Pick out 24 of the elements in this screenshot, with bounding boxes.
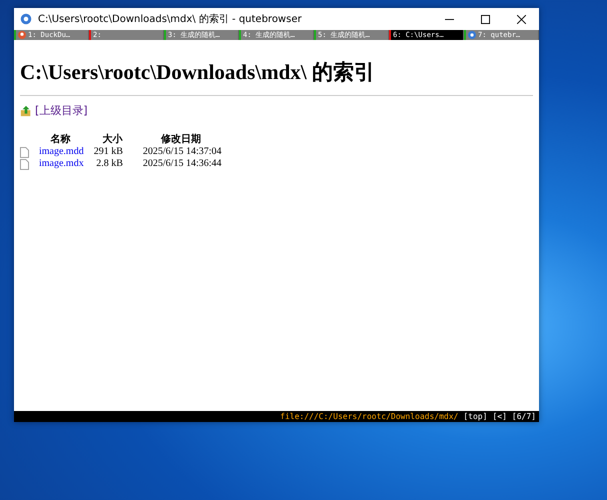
status-url: file:///C:/Users/rootc/Downloads/mdx/ bbox=[280, 412, 458, 421]
file-size: 291 kB bbox=[94, 146, 123, 157]
tab-index: [6/7] bbox=[512, 412, 536, 421]
file-link[interactable]: image.mdx bbox=[39, 158, 84, 169]
file-icon bbox=[20, 158, 29, 170]
file-icon bbox=[20, 146, 29, 158]
file-size: 2.8 kB bbox=[96, 158, 123, 169]
history-indicator: [<] bbox=[492, 412, 507, 421]
modified-date: 2025/6/15 14:37:04 bbox=[142, 146, 222, 157]
folder-up-icon bbox=[20, 104, 32, 116]
scroll-position: [top] bbox=[463, 412, 488, 421]
page-heading: C:\Users\rootc\Downloads\mdx\ 的索引 bbox=[20, 59, 376, 86]
close-icon bbox=[516, 14, 526, 24]
column-header: 名称 bbox=[50, 134, 70, 145]
app-logo-icon bbox=[20, 13, 32, 25]
column-header: 修改日期 bbox=[161, 134, 202, 145]
column-header: 大小 bbox=[102, 134, 122, 145]
parent-directory-link[interactable]: [上级目录] bbox=[35, 103, 88, 118]
app-favicon-icon bbox=[468, 31, 476, 39]
window-title: C:\Users\rootc\Downloads\mdx\ 的索引 - qutebrowser bbox=[38, 12, 303, 26]
duck-favicon-icon bbox=[18, 31, 26, 39]
file-link[interactable]: image.mdd bbox=[39, 146, 84, 157]
maximize-icon bbox=[480, 14, 490, 24]
modified-date: 2025/6/15 14:36:44 bbox=[142, 158, 222, 169]
